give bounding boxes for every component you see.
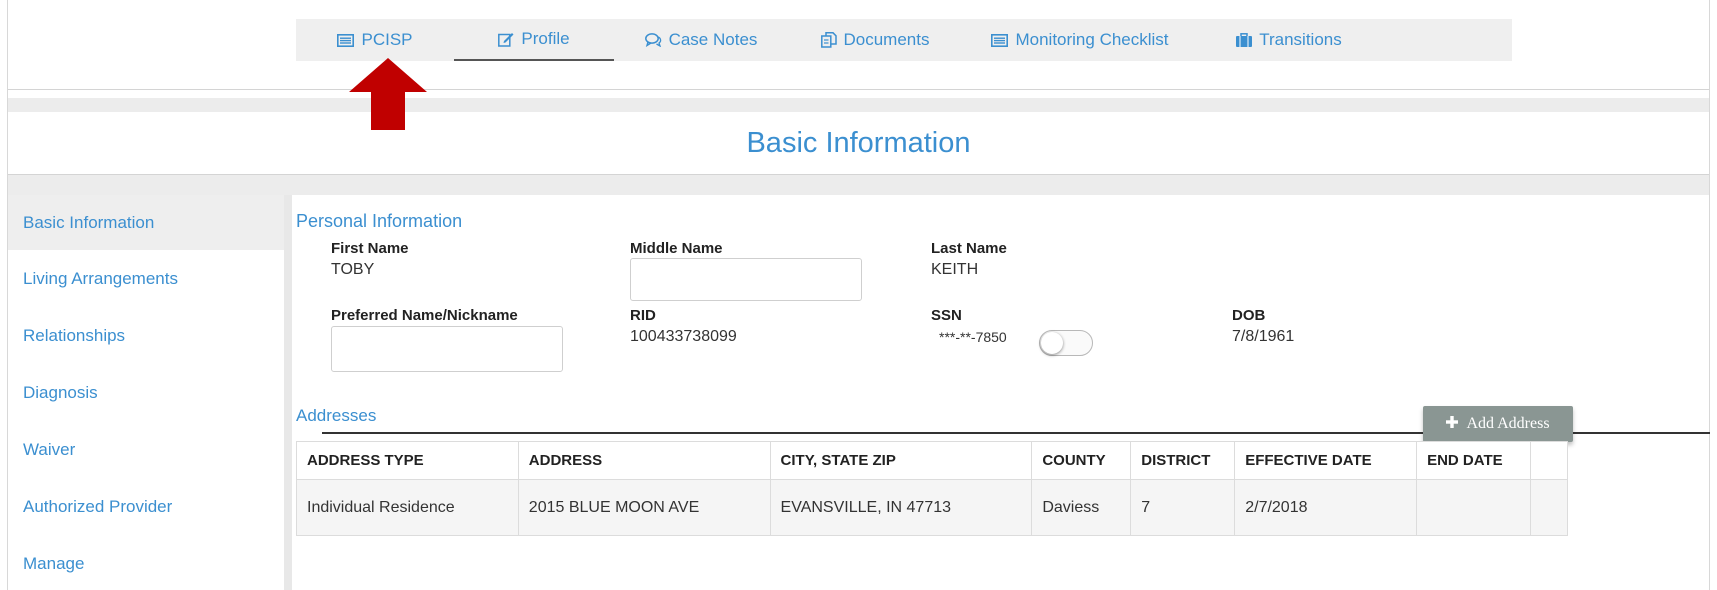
rid-label: RID (630, 307, 656, 324)
cell-end-date (1416, 479, 1531, 536)
page-title: Basic Information (746, 126, 971, 159)
tab-case-notes[interactable]: Case Notes (614, 19, 788, 61)
sidebar-item-authorized-provider[interactable]: Authorized Provider (8, 478, 284, 535)
tab-label: Monitoring Checklist (1015, 30, 1169, 49)
sidebar-item-living-arrangements[interactable]: Living Arrangements (8, 250, 284, 307)
top-tab-bar: PCISP Profile Case Notes Documents Monit… (296, 19, 1512, 61)
sidebar-divider (284, 195, 292, 590)
tab-label: Documents (843, 30, 930, 49)
sidebar-item-label: Authorized Provider (23, 496, 173, 516)
ssn-value: ***-**-7850 (939, 329, 1007, 345)
column-header: ADDRESS (517, 441, 771, 480)
preferred-name-label: Preferred Name/Nickname (331, 307, 518, 324)
dob-value: 7/8/1961 (1232, 328, 1295, 345)
sidebar-item-label: Basic Information (23, 212, 155, 232)
main-content: Personal Information First Name TOBY Mid… (292, 195, 1710, 590)
list-icon (337, 33, 355, 47)
tab-label: Case Notes (668, 30, 758, 49)
cell-effective-date: 2/7/2018 (1234, 479, 1418, 536)
tab-pcisp[interactable]: PCISP (296, 19, 454, 61)
toggle-knob (1041, 332, 1063, 354)
last-name-label: Last Name (931, 240, 1007, 257)
sidebar-item-label: Diagnosis (23, 382, 98, 402)
column-header: COUNTY (1031, 441, 1132, 480)
column-header-extra (1529, 441, 1569, 480)
cell-county: Daviess (1031, 479, 1132, 536)
sidebar-item-label: Waiver (23, 439, 76, 459)
ssn-label: SSN (931, 307, 962, 324)
addresses-table: ADDRESS TYPE ADDRESS CITY, STATE ZIP COU… (296, 441, 1569, 536)
cell-district: 7 (1130, 479, 1236, 536)
column-header: CITY, STATE ZIP (769, 441, 1033, 480)
edit-icon (498, 32, 514, 47)
tab-label: PCISP (361, 30, 413, 49)
add-address-button[interactable]: Add Address (1423, 406, 1573, 442)
tab-transitions[interactable]: Transitions (1198, 19, 1380, 61)
column-header: ADDRESS TYPE (296, 441, 519, 480)
sidebar-nav: Basic Information Living Arrangements Re… (8, 195, 284, 590)
tab-profile[interactable]: Profile (454, 19, 614, 61)
list-icon (991, 33, 1009, 47)
add-address-label: Add Address (1466, 415, 1550, 432)
header-divider (8, 89, 1709, 90)
column-header: END DATE (1416, 441, 1531, 480)
middle-name-label: Middle Name (630, 240, 723, 257)
personal-information-heading: Personal Information (296, 211, 463, 231)
sidebar-item-diagnosis[interactable]: Diagnosis (8, 364, 284, 421)
comments-icon (644, 33, 662, 47)
table-header-row: ADDRESS TYPE ADDRESS CITY, STATE ZIP COU… (296, 441, 1569, 480)
last-name-value: KEITH (931, 261, 979, 278)
column-header: EFFECTIVE DATE (1234, 441, 1418, 480)
addresses-heading: Addresses (296, 406, 377, 425)
copy-icon (820, 32, 837, 48)
plus-icon (1446, 415, 1459, 433)
dob-label: DOB (1232, 307, 1266, 324)
briefcase-icon (1236, 33, 1253, 47)
cell-extra (1529, 479, 1569, 536)
tab-monitoring-checklist[interactable]: Monitoring Checklist (962, 19, 1198, 61)
first-name-label: First Name (331, 240, 409, 257)
tab-label: Transitions (1259, 30, 1342, 49)
sidebar-item-waiver[interactable]: Waiver (8, 421, 284, 478)
sidebar-item-label: Manage (23, 553, 85, 573)
first-name-value: TOBY (331, 261, 375, 278)
tab-label: Profile (521, 29, 570, 48)
column-header: DISTRICT (1130, 441, 1236, 480)
cell-address-type: Individual Residence (296, 479, 519, 536)
preferred-name-field[interactable] (331, 326, 563, 372)
sidebar-item-manage[interactable]: Manage (8, 535, 284, 590)
rid-value: 100433738099 (630, 328, 737, 345)
table-row[interactable]: Individual Residence 2015 BLUE MOON AVE … (296, 479, 1569, 536)
cell-city-state-zip: EVANSVILLE, IN 47713 (769, 479, 1033, 536)
sidebar-item-basic-information[interactable]: Basic Information (8, 195, 284, 250)
header-band (8, 98, 1709, 112)
tab-documents[interactable]: Documents (788, 19, 962, 61)
sidebar-item-label: Living Arrangements (23, 268, 178, 288)
ssn-visibility-toggle[interactable] (1039, 330, 1093, 356)
title-band (8, 175, 1709, 195)
middle-name-field[interactable] (630, 258, 862, 301)
cell-address: 2015 BLUE MOON AVE (517, 479, 771, 536)
sidebar-item-relationships[interactable]: Relationships (8, 307, 284, 364)
sidebar-item-label: Relationships (23, 325, 126, 345)
